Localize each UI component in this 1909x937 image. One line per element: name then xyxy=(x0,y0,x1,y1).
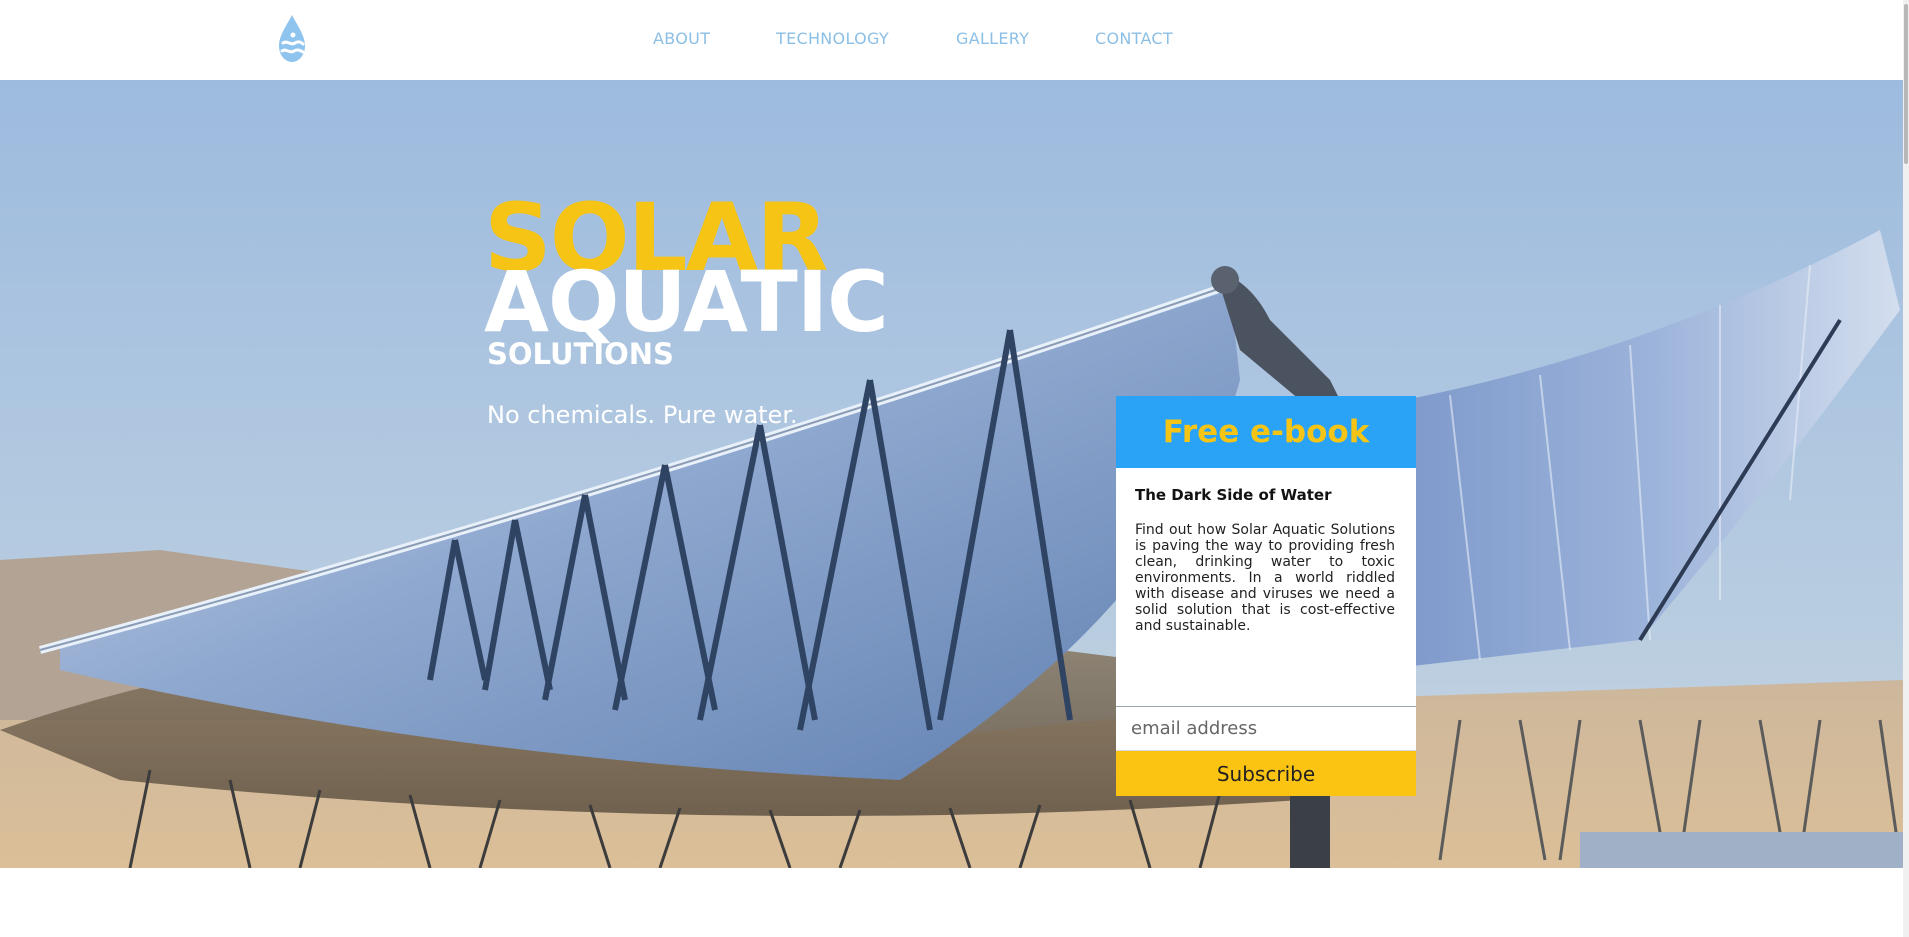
ebook-description: Find out how Solar Aquatic Solutions is … xyxy=(1135,522,1395,634)
hero-tagline: No chemicals. Pure water. xyxy=(487,401,798,429)
hero-title-solutions: SOLUTIONS xyxy=(487,337,674,371)
nav-technology[interactable]: TECHNOLOGY xyxy=(776,29,889,48)
email-field[interactable] xyxy=(1116,706,1416,751)
water-drop-icon[interactable] xyxy=(274,13,310,65)
page-scrollbar[interactable] xyxy=(1903,0,1909,937)
nav-about[interactable]: ABOUT xyxy=(653,29,710,48)
ebook-title: The Dark Side of Water xyxy=(1135,486,1332,504)
solar-collector-photo xyxy=(0,80,1903,868)
nav-contact[interactable]: CONTACT xyxy=(1095,29,1173,48)
scrollbar-thumb[interactable] xyxy=(1904,4,1908,164)
ebook-signup-card: Free e-book The Dark Side of Water Find … xyxy=(1116,396,1416,796)
card-title: Free e-book xyxy=(1162,414,1370,450)
hero-section: SOLAR AQUATIC SOLUTIONS No chemicals. Pu… xyxy=(0,80,1903,868)
subscribe-button[interactable]: Subscribe xyxy=(1116,751,1416,796)
top-navbar: ABOUT TECHNOLOGY GALLERY CONTACT xyxy=(0,0,1903,80)
nav-gallery[interactable]: GALLERY xyxy=(956,29,1029,48)
card-header: Free e-book xyxy=(1116,396,1416,468)
hero-title-aquatic: AQUATIC xyxy=(484,253,889,351)
